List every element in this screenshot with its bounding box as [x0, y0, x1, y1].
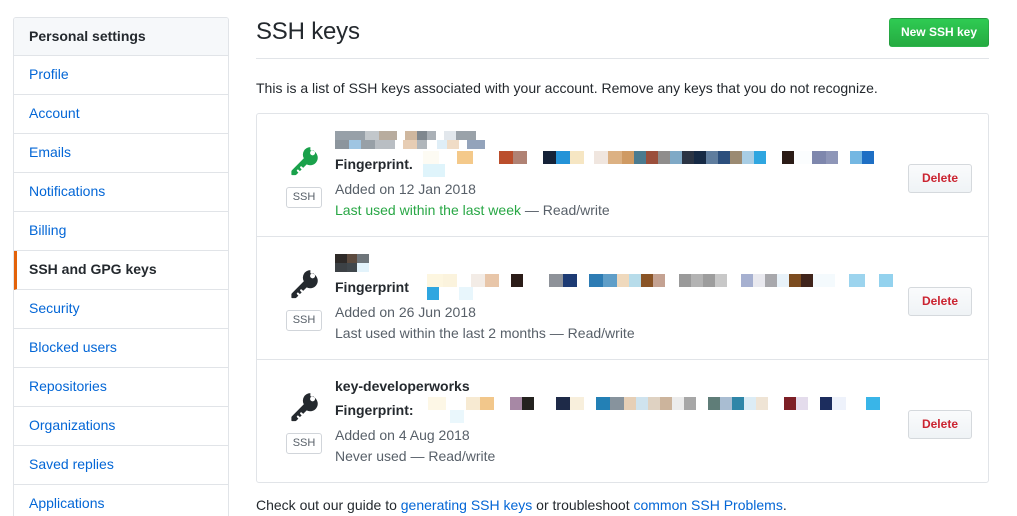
key-usage: Last used within the last 2 months — Rea… — [335, 323, 898, 343]
key-details: Fingerprint Added on 26 Jun 2018 Last us… — [335, 253, 898, 343]
ssh-key-row: SSH Fingerprint Add — [257, 237, 988, 360]
sidebar-item-applications[interactable]: Applications — [14, 485, 228, 516]
page-header: SSH keys New SSH key — [256, 17, 989, 59]
key-details: Fingerprint. Added on 12 Jan 2018 Last u… — [335, 130, 898, 220]
redacted-key-title — [335, 254, 369, 272]
sidebar: Personal settings Profile Account Emails… — [13, 17, 229, 516]
key-title — [335, 254, 898, 272]
key-icon — [287, 390, 321, 424]
key-fingerprint-label: Fingerprint — [335, 277, 409, 297]
key-added-date: Added on 4 Aug 2018 — [335, 425, 898, 445]
key-usage-secondary: — Read/write — [407, 448, 496, 464]
key-badge-column: SSH — [273, 253, 335, 331]
key-usage-secondary: — Read/write — [521, 202, 610, 218]
key-details: key-developerworks Fingerprint: Added on… — [335, 376, 898, 466]
key-badge-column: SSH — [273, 130, 335, 208]
footnote-suffix: . — [783, 497, 787, 513]
footnote-prefix: Check out our guide to — [256, 497, 401, 513]
ssh-key-list: SSH Fingerprint. Ad — [256, 113, 989, 483]
key-usage-secondary: — Read/write — [546, 325, 635, 341]
key-action-column: Delete — [898, 253, 972, 316]
redacted-key-title — [335, 131, 485, 149]
key-added-date: Added on 12 Jan 2018 — [335, 179, 898, 199]
new-ssh-key-button[interactable]: New SSH key — [889, 18, 989, 47]
key-usage-primary: Last used within the last 2 months — [335, 325, 546, 341]
key-action-column: Delete — [898, 376, 972, 439]
ssh-tag: SSH — [286, 187, 323, 208]
key-icon — [287, 144, 321, 178]
footnote-middle: or troubleshoot — [532, 497, 633, 513]
key-action-column: Delete — [898, 130, 972, 193]
key-usage: Never used — Read/write — [335, 446, 898, 466]
key-title: key-developerworks — [335, 377, 898, 395]
sidebar-item-emails[interactable]: Emails — [14, 134, 228, 173]
redacted-key-fingerprint — [427, 274, 898, 300]
key-icon — [287, 267, 321, 301]
sidebar-item-saved-replies[interactable]: Saved replies — [14, 446, 228, 485]
delete-key-button[interactable]: Delete — [908, 287, 972, 316]
key-badge-column: SSH — [273, 376, 335, 454]
page-title: SSH keys — [256, 17, 360, 47]
sidebar-item-blocked-users[interactable]: Blocked users — [14, 329, 228, 368]
sidebar-item-profile[interactable]: Profile — [14, 56, 228, 95]
key-fingerprint: Fingerprint — [335, 274, 898, 300]
settings-page: Personal settings Profile Account Emails… — [0, 0, 1017, 516]
sidebar-item-account[interactable]: Account — [14, 95, 228, 134]
sidebar-item-notifications[interactable]: Notifications — [14, 173, 228, 212]
key-added-date: Added on 26 Jun 2018 — [335, 302, 898, 322]
common-ssh-problems-link[interactable]: common SSH Problems — [633, 497, 782, 513]
ssh-tag: SSH — [286, 433, 323, 454]
key-usage-primary: Never used — [335, 448, 407, 464]
key-fingerprint: Fingerprint. — [335, 151, 898, 177]
key-fingerprint-label: Fingerprint. — [335, 154, 413, 174]
key-usage: Last used within the last week — Read/wr… — [335, 200, 898, 220]
redacted-key-fingerprint — [423, 151, 898, 177]
key-usage-primary: Last used within the last week — [335, 202, 521, 218]
page-description: This is a list of SSH keys associated wi… — [256, 80, 989, 97]
key-fingerprint: Fingerprint: — [335, 397, 898, 423]
ssh-tag: SSH — [286, 310, 323, 331]
sidebar-item-ssh-and-gpg-keys[interactable]: SSH and GPG keys — [14, 251, 228, 290]
redacted-key-fingerprint — [428, 397, 898, 423]
ssh-key-row: SSH key-developerworks Fingerprint: Adde… — [257, 360, 988, 482]
sidebar-header: Personal settings — [14, 18, 228, 56]
delete-key-button[interactable]: Delete — [908, 410, 972, 439]
footnote: Check out our guide to generating SSH ke… — [256, 497, 989, 514]
delete-key-button[interactable]: Delete — [908, 164, 972, 193]
key-fingerprint-label: Fingerprint: — [335, 400, 414, 420]
ssh-key-row: SSH Fingerprint. Ad — [257, 114, 988, 237]
generating-ssh-keys-link[interactable]: generating SSH keys — [401, 497, 533, 513]
key-title — [335, 131, 898, 149]
sidebar-item-repositories[interactable]: Repositories — [14, 368, 228, 407]
sidebar-item-security[interactable]: Security — [14, 290, 228, 329]
sidebar-item-organizations[interactable]: Organizations — [14, 407, 228, 446]
sidebar-item-billing[interactable]: Billing — [14, 212, 228, 251]
main-content: SSH keys New SSH key This is a list of S… — [256, 17, 989, 516]
